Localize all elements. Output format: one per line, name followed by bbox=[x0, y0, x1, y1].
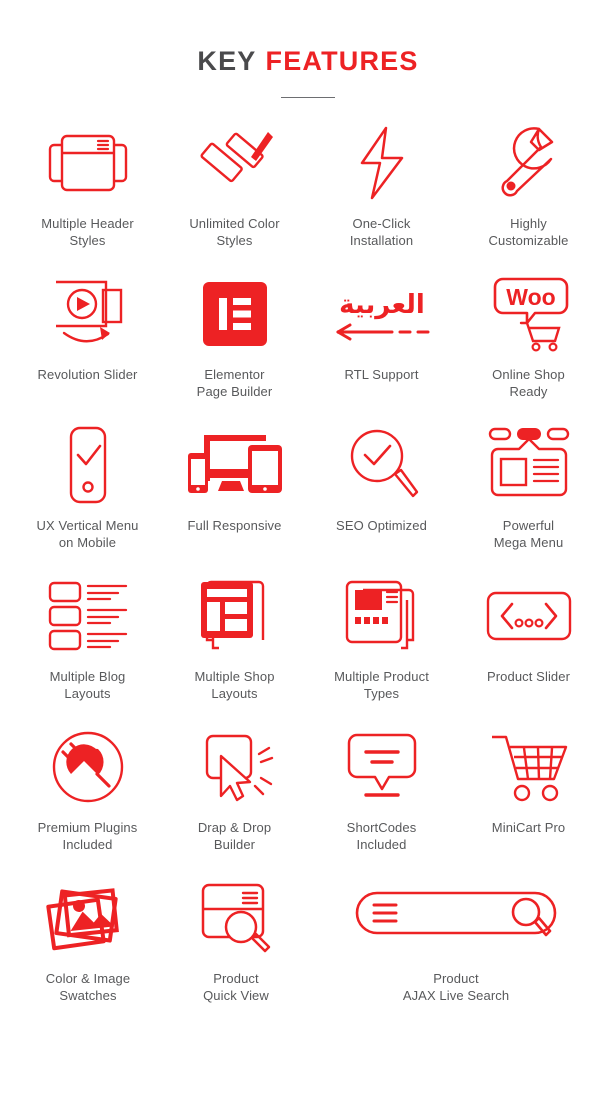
features-row: Color & Image Swatches Product Quick Vie… bbox=[14, 875, 602, 1004]
feature-item-product-slider[interactable]: Product Slider bbox=[455, 573, 602, 685]
feature-label: Elementor Page Builder bbox=[196, 367, 273, 399]
feature-label: Product Quick View bbox=[203, 971, 269, 1003]
feature-label: ShortCodes Included bbox=[346, 820, 417, 852]
feature-item-ajax-live-search[interactable]: Product AJAX Live Search bbox=[310, 875, 602, 1004]
magnifier-check-icon bbox=[345, 422, 419, 508]
woocommerce-cart-icon: Woo bbox=[489, 271, 569, 357]
page-title-part-features: FEATURES bbox=[265, 46, 419, 76]
product-slider-icon bbox=[486, 573, 572, 659]
feature-item-multiple-header-styles[interactable]: Multiple Header Styles bbox=[14, 120, 161, 249]
feature-item-ux-vertical-menu[interactable]: UX Vertical Menu on Mobile bbox=[14, 422, 161, 551]
key-features-page: KEY FEATURES Multiple Header Styles Unli… bbox=[0, 0, 616, 1108]
feature-label: Drap & Drop Builder bbox=[197, 820, 272, 852]
feature-item-revolution-slider[interactable]: Revolution Slider bbox=[14, 271, 161, 383]
shortcodes-bubble-icon bbox=[347, 724, 417, 810]
features-grid: Multiple Header Styles Unlimited Color S… bbox=[0, 120, 616, 1004]
feature-label: Product Slider bbox=[486, 669, 571, 684]
page-title-part-key: KEY bbox=[197, 46, 257, 76]
mobile-checkmark-icon bbox=[61, 422, 115, 508]
feature-label: One-Click Installation bbox=[349, 216, 414, 248]
feature-label: Highly Customizable bbox=[488, 216, 569, 248]
feature-label: Color & Image Swatches bbox=[45, 971, 131, 1003]
features-row: Multiple Header Styles Unlimited Color S… bbox=[14, 120, 602, 249]
revolution-slider-icon bbox=[46, 271, 130, 357]
feature-label: Product AJAX Live Search bbox=[402, 971, 510, 1003]
multiple-header-styles-icon bbox=[46, 120, 130, 206]
feature-label: RTL Support bbox=[344, 367, 419, 382]
feature-label: Multiple Shop Layouts bbox=[194, 669, 275, 701]
feature-item-online-shop-ready[interactable]: Woo Online Shop Ready bbox=[455, 271, 602, 400]
features-row: Revolution Slider Elementor Page Builder bbox=[14, 271, 602, 400]
shopping-cart-icon bbox=[488, 724, 570, 810]
rtl-arrow-icon: العربية bbox=[330, 271, 434, 357]
feature-item-seo-optimized[interactable]: SEO Optimized bbox=[308, 422, 455, 534]
feature-label: Multiple Header Styles bbox=[41, 216, 134, 248]
feature-label: Unlimited Color Styles bbox=[189, 216, 280, 248]
page-title: KEY FEATURES bbox=[0, 48, 616, 75]
features-row: Premium Plugins Included Drap & Drop Bui… bbox=[14, 724, 602, 853]
feature-item-color-image-swatches[interactable]: Color & Image Swatches bbox=[14, 875, 162, 1004]
feature-item-product-quick-view[interactable]: Product Quick View bbox=[162, 875, 310, 1004]
feature-label: Premium Plugins Included bbox=[37, 820, 138, 852]
drag-drop-cursor-icon bbox=[193, 724, 277, 810]
title-divider bbox=[281, 97, 335, 98]
feature-item-unlimited-color-styles[interactable]: Unlimited Color Styles bbox=[161, 120, 308, 249]
photo-stack-icon bbox=[46, 875, 129, 961]
feature-label: MiniCart Pro bbox=[491, 820, 566, 835]
feature-item-full-responsive[interactable]: Full Responsive bbox=[161, 422, 308, 534]
features-row: UX Vertical Menu on Mobile Full Responsi… bbox=[14, 422, 602, 551]
feature-item-highly-customizable[interactable]: Highly Customizable bbox=[455, 120, 602, 249]
feature-item-minicart-pro[interactable]: MiniCart Pro bbox=[455, 724, 602, 836]
shop-layout-pages-icon bbox=[197, 573, 273, 659]
feature-label: Multiple Blog Layouts bbox=[49, 669, 126, 701]
feature-item-drag-drop-builder[interactable]: Drap & Drop Builder bbox=[161, 724, 308, 853]
product-types-pages-icon bbox=[343, 573, 421, 659]
plug-circle-icon bbox=[51, 724, 125, 810]
feature-item-multiple-shop-layouts[interactable]: Multiple Shop Layouts bbox=[161, 573, 308, 702]
feature-label: Revolution Slider bbox=[37, 367, 138, 382]
elementor-logo-icon bbox=[202, 271, 267, 357]
feature-item-one-click-installation[interactable]: One-Click Installation bbox=[308, 120, 455, 249]
feature-label: SEO Optimized bbox=[336, 518, 427, 533]
feature-item-premium-plugins[interactable]: Premium Plugins Included bbox=[14, 724, 161, 853]
mega-menu-icon bbox=[486, 422, 572, 508]
arabic-text: العربية bbox=[339, 290, 425, 320]
feature-label: Multiple Product Types bbox=[334, 669, 429, 701]
feature-item-rtl-support[interactable]: العربية RTL Support bbox=[308, 271, 455, 383]
feature-item-shortcodes-included[interactable]: ShortCodes Included bbox=[308, 724, 455, 853]
feature-item-powerful-mega-menu[interactable]: Powerful Mega Menu bbox=[455, 422, 602, 551]
wrench-icon bbox=[495, 120, 563, 206]
responsive-devices-icon bbox=[186, 422, 284, 508]
features-row: Multiple Blog Layouts Multiple Shop Layo… bbox=[14, 573, 602, 702]
feature-item-multiple-blog-layouts[interactable]: Multiple Blog Layouts bbox=[14, 573, 161, 702]
quick-view-card-icon bbox=[197, 875, 275, 961]
feature-label: Online Shop Ready bbox=[492, 367, 565, 399]
feature-label: Powerful Mega Menu bbox=[493, 518, 564, 550]
paint-roller-icon bbox=[196, 120, 274, 206]
blog-list-icon bbox=[48, 573, 128, 659]
lightning-bolt-icon bbox=[352, 120, 412, 206]
feature-label: UX Vertical Menu on Mobile bbox=[36, 518, 139, 550]
feature-item-multiple-product-types[interactable]: Multiple Product Types bbox=[308, 573, 455, 702]
page-header: KEY FEATURES bbox=[0, 0, 616, 98]
ajax-search-bar-icon bbox=[354, 875, 558, 961]
feature-label: Full Responsive bbox=[187, 518, 282, 533]
feature-item-elementor-page-builder[interactable]: Elementor Page Builder bbox=[161, 271, 308, 400]
woo-text: Woo bbox=[506, 284, 555, 310]
